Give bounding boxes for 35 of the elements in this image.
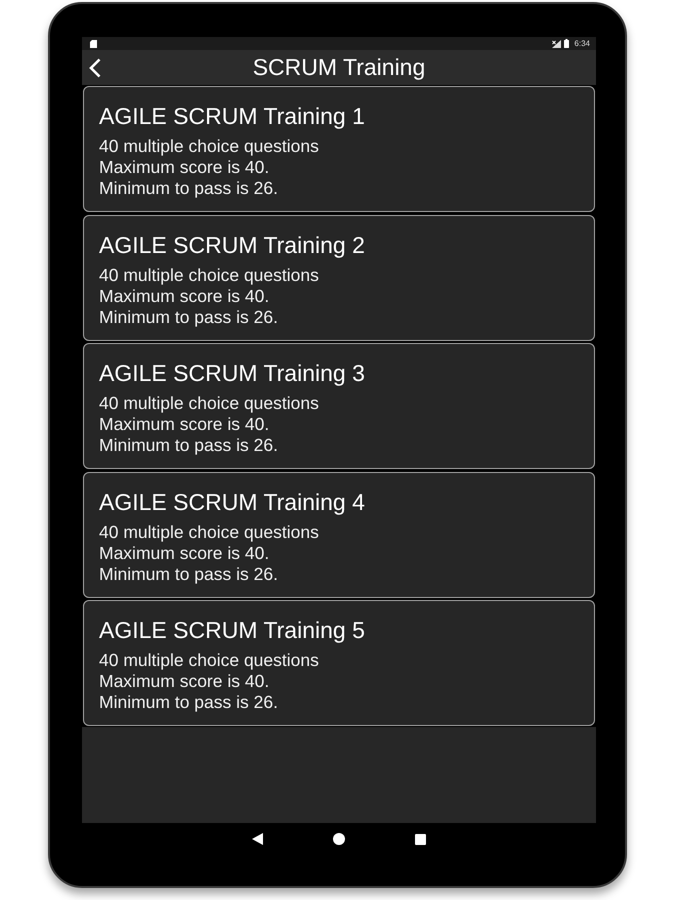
battery-icon: [564, 39, 570, 48]
quiz-detail: Minimum to pass is 26.: [99, 178, 279, 199]
quiz-detail: Maximum score is 40.: [99, 542, 270, 564]
quiz-detail: 40 multiple choice questions: [99, 264, 320, 286]
quiz-title: AGILE SCRUM Training 5: [99, 617, 366, 644]
quiz-card[interactable]: AGILE SCRUM Training 5 40 multiple choice questions Maximum score is 40. Minimum to pass is 26.: [83, 600, 595, 726]
quiz-card[interactable]: AGILE SCRUM Training 3 40 multiple choice questions Maximum score is 40. Minimum to pass is 26.: [83, 343, 595, 469]
quiz-detail: Maximum score is 40.: [99, 414, 270, 435]
quiz-detail: Minimum to pass is 26.: [99, 306, 279, 328]
quiz-detail: 40 multiple choice questions: [99, 522, 320, 542]
quiz-card[interactable]: AGILE SCRUM Training 2 40 multiple choice questions Maximum score is 40. Minimum to pass is 26.: [83, 214, 595, 340]
chevron-left-icon: [89, 58, 101, 78]
quiz-detail: Maximum score is 40.: [99, 157, 270, 178]
quiz-detail: 40 multiple choice questions: [99, 136, 320, 157]
quiz-detail: Minimum to pass is 26.: [99, 435, 279, 456]
quiz-detail: Maximum score is 40.: [99, 671, 270, 692]
quiz-card[interactable]: AGILE SCRUM Training 1 40 multiple choice questions Maximum score is 40. Minimum to pass is 26.: [83, 86, 595, 212]
quiz-title: AGILE SCRUM Training 3: [99, 360, 366, 387]
quiz-detail: 40 multiple choice questions: [99, 650, 320, 671]
recents-icon[interactable]: [415, 834, 426, 844]
status-time: 6:34: [574, 39, 590, 48]
signal-icon: [552, 40, 562, 48]
home-icon[interactable]: [333, 833, 345, 845]
quiz-detail: Maximum score is 40.: [99, 286, 270, 306]
quiz-title: AGILE SCRUM Training 2: [99, 232, 366, 258]
quiz-title: AGILE SCRUM Training 1: [99, 103, 366, 130]
notification-icon: [90, 40, 97, 48]
quiz-detail: Minimum to pass is 26.: [99, 692, 279, 713]
back-button[interactable]: [88, 56, 102, 78]
screen-title: SCRUM Training: [252, 54, 426, 81]
quiz-detail: Minimum to pass is 26.: [99, 564, 279, 584]
quiz-card[interactable]: AGILE SCRUM Training 4 40 multiple choice questions Maximum score is 40. Minimum to pass is 26.: [83, 472, 595, 598]
back-icon[interactable]: [252, 833, 263, 845]
quiz-detail: 40 multiple choice questions: [99, 393, 320, 414]
quiz-title: AGILE SCRUM Training 4: [99, 488, 366, 516]
